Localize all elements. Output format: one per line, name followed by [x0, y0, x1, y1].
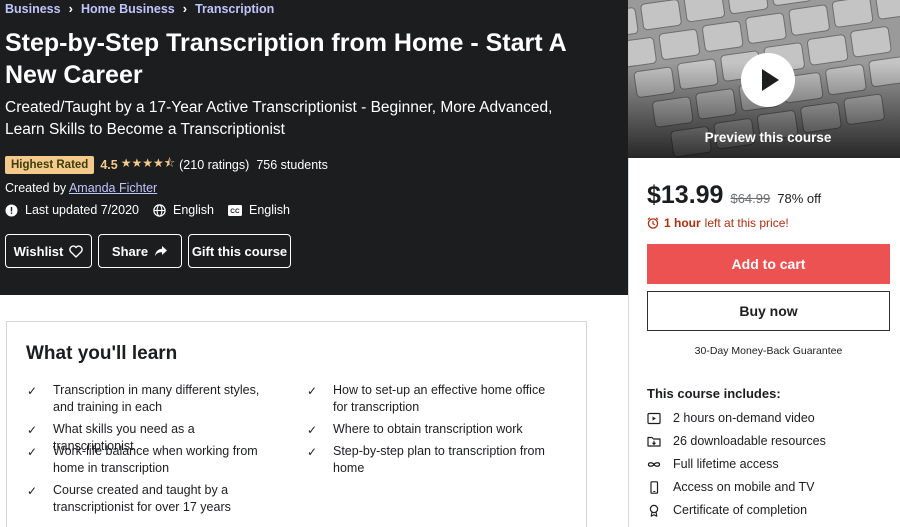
- learn-item: ✓ How to set-up an effective home office…: [307, 382, 557, 415]
- course-meta: Last updated 7/2020 English CC English: [5, 203, 304, 217]
- globe-icon: [153, 203, 166, 217]
- captions: CC English: [228, 203, 290, 217]
- chevron-right-icon: ›: [68, 1, 73, 16]
- language: English: [153, 203, 214, 217]
- learn-item-text: How to set-up an effective home office f…: [333, 383, 546, 414]
- includes-item: Full lifetime access: [647, 457, 779, 471]
- check-icon: ✓: [27, 484, 38, 498]
- includes-mobile-text: Access on mobile and TV: [673, 480, 815, 494]
- course-title: Step-by-Step Transcription from Home - S…: [5, 29, 566, 89]
- gift-course-label: Gift this course: [191, 243, 288, 259]
- captions-text: English: [249, 203, 290, 217]
- learn-item-text: Step-by-step plan to transcription from …: [333, 444, 545, 475]
- includes-item: 26 downloadable resources: [647, 434, 826, 448]
- includes-item: Certificate of completion: [647, 503, 807, 517]
- learn-item: ✓ Where to obtain transcription work: [307, 421, 557, 439]
- play-button[interactable]: [741, 53, 795, 107]
- learn-item-text: Work-life balance when working from home…: [53, 444, 258, 475]
- students-count: 756 students: [256, 157, 328, 172]
- alert-icon: [5, 204, 18, 216]
- includes-lifetime-text: Full lifetime access: [673, 457, 779, 471]
- time-left-text: left at this price!: [704, 216, 789, 230]
- check-icon: ✓: [27, 445, 38, 459]
- breadcrumb-business[interactable]: Business: [5, 2, 61, 16]
- star-rating-icon: ★★★★⯪: [120, 156, 176, 170]
- highest-rated-badge: Highest Rated: [5, 155, 95, 174]
- time-left-notice: 1 hour left at this price!: [647, 216, 789, 230]
- buy-now-button[interactable]: Buy now: [647, 291, 890, 331]
- original-price: $64.99: [730, 191, 771, 206]
- time-left-hours: 1 hour: [664, 216, 701, 230]
- share-label: Share: [111, 243, 149, 259]
- share-arrow-icon: [155, 246, 168, 256]
- closed-captions-icon: CC: [228, 204, 242, 216]
- current-price: $13.99: [647, 181, 724, 209]
- includes-video-text: 2 hours on-demand video: [673, 411, 815, 425]
- share-button[interactable]: Share: [98, 234, 182, 268]
- breadcrumb-transcription[interactable]: Transcription: [195, 2, 274, 16]
- created-by: Created by Amanda Fichter: [5, 181, 157, 195]
- alarm-clock-icon: [647, 217, 659, 229]
- svg-text:CC: CC: [230, 208, 240, 215]
- folder-icon: [647, 436, 661, 447]
- heart-icon: [69, 244, 84, 258]
- includes-item: Access on mobile and TV: [647, 480, 815, 494]
- created-by-label: Created by: [5, 181, 67, 195]
- wishlist-button[interactable]: Wishlist: [5, 234, 92, 268]
- wishlist-label: Wishlist: [13, 243, 64, 259]
- infinity-icon: [647, 461, 661, 467]
- breadcrumb: Business › Home Business › Transcription: [5, 1, 274, 16]
- gift-course-button[interactable]: Gift this course: [188, 234, 291, 268]
- last-updated: Last updated 7/2020: [5, 203, 139, 217]
- rating-value: 4.5: [100, 157, 118, 172]
- learn-item: ✓ Transcription in many different styles…: [27, 382, 277, 415]
- includes-title: This course includes:: [647, 386, 781, 401]
- includes-item: 2 hours on-demand video: [647, 411, 815, 425]
- check-icon: ✓: [307, 445, 318, 459]
- video-icon: [647, 412, 661, 424]
- price-row: $13.99 $64.99 78% off: [647, 181, 821, 210]
- play-icon: [762, 69, 779, 91]
- rating-row: Highest Rated 4.5 ★★★★⯪ (210 ratings) 75…: [5, 154, 328, 175]
- purchase-card: [628, 158, 900, 527]
- learn-item: ✓ Course created and taught by a transcr…: [27, 482, 277, 515]
- breadcrumb-home-business[interactable]: Home Business: [81, 2, 175, 16]
- language-text: English: [173, 203, 214, 217]
- ratings-count-link[interactable]: (210 ratings): [179, 158, 249, 172]
- money-back-guarantee: 30-Day Money-Back Guarantee: [694, 345, 843, 357]
- check-icon: ✓: [307, 423, 318, 437]
- course-subtitle: Created/Taught by a 17-Year Active Trans…: [5, 99, 553, 138]
- learn-item-text: Transcription in many different styles, …: [53, 383, 260, 414]
- instructor-link[interactable]: Amanda Fichter: [69, 181, 157, 195]
- includes-resources-text: 26 downloadable resources: [673, 434, 826, 448]
- learn-item-text: Course created and taught by a transcrip…: [53, 483, 231, 514]
- certificate-icon: [649, 504, 659, 517]
- learn-item-text: Where to obtain transcription work: [333, 422, 523, 436]
- add-to-cart-button[interactable]: Add to cart: [647, 244, 890, 284]
- includes-certificate-text: Certificate of completion: [673, 503, 808, 517]
- preview-course-label[interactable]: Preview this course: [628, 130, 900, 145]
- learn-item: ✓ Work-life balance when working from ho…: [27, 443, 277, 476]
- discount-percent: 78% off: [777, 191, 822, 206]
- check-icon: ✓: [307, 384, 318, 398]
- mobile-icon: [650, 480, 659, 494]
- chevron-right-icon: ›: [182, 1, 188, 16]
- learn-item: ✓ Step-by-step plan to transcription fro…: [307, 443, 557, 476]
- last-updated-text: Last updated 7/2020: [25, 203, 139, 217]
- check-icon: ✓: [27, 384, 38, 398]
- what-youll-learn-title: What you'll learn: [26, 343, 178, 364]
